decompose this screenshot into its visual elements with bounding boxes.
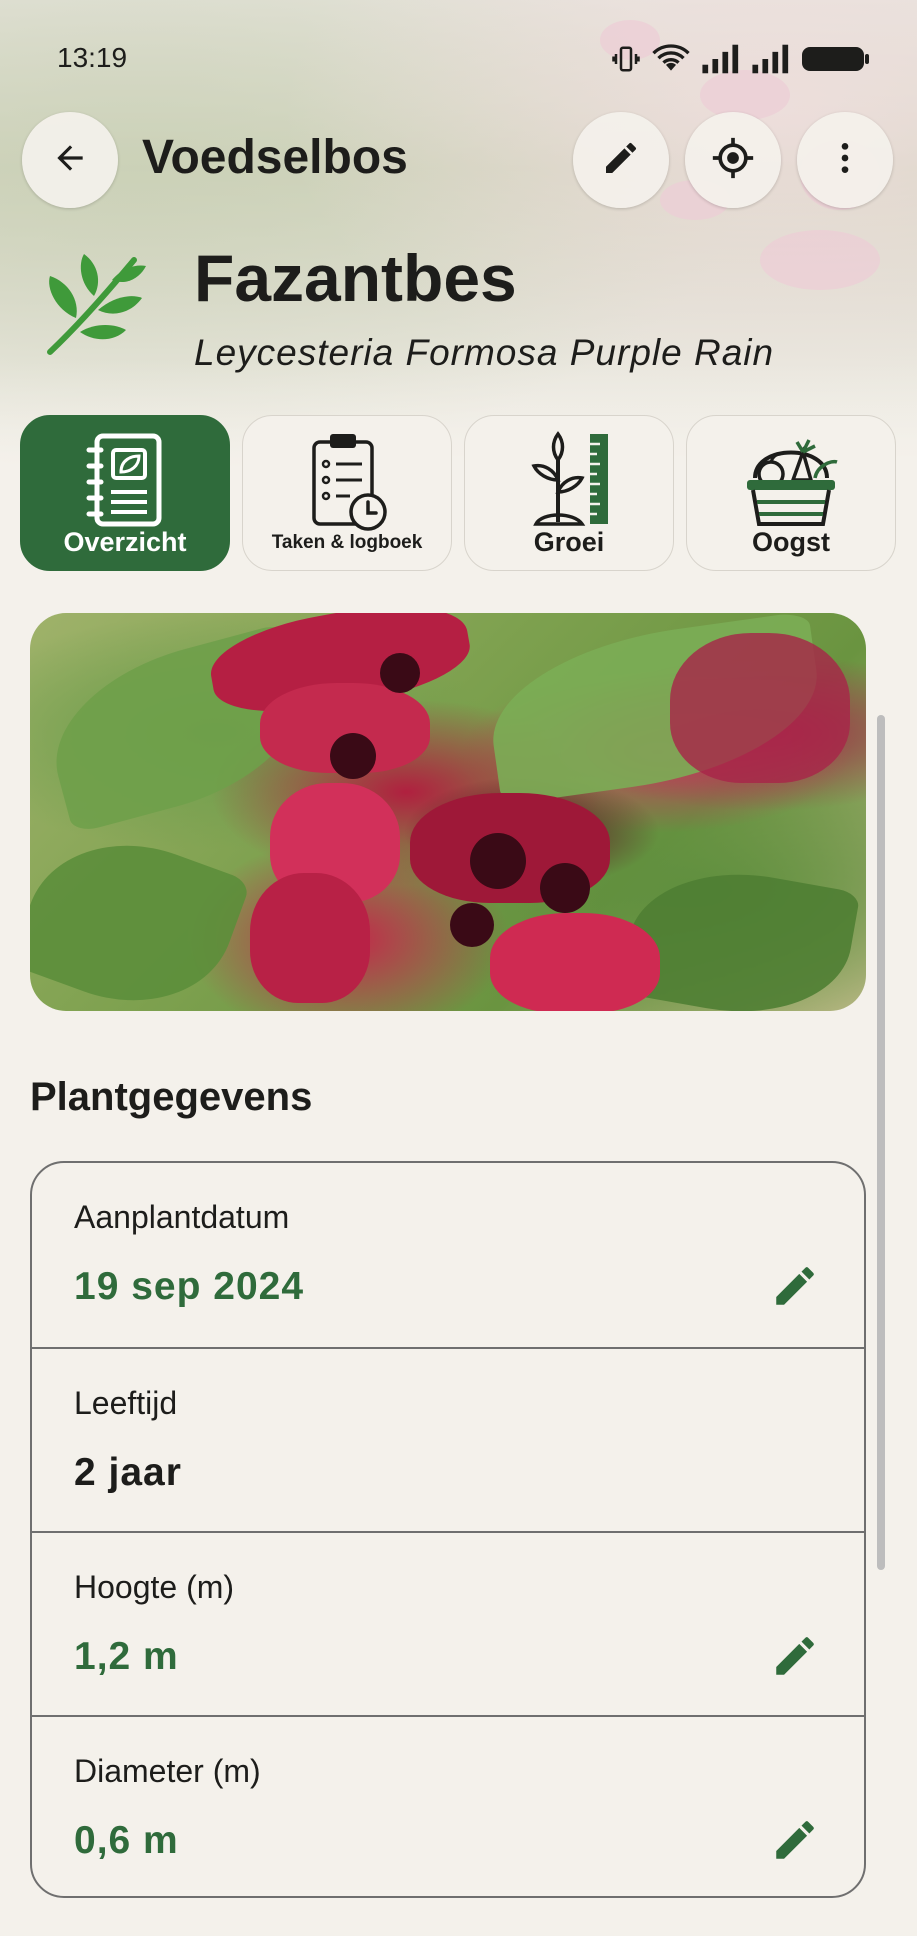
leaf-sprig-icon: [36, 248, 148, 365]
tab-bar: Overzicht Taken & logboek Groei Oogst: [20, 415, 897, 573]
detail-value: 2 jaar: [74, 1451, 182, 1494]
tab-label: Taken & logboek: [271, 532, 423, 553]
section-title: Plantgegevens: [30, 1075, 313, 1119]
detail-label: Aanplantdatum: [74, 1199, 290, 1235]
detail-value: 0,6 m: [74, 1819, 179, 1862]
tab-groei[interactable]: Groei: [464, 415, 674, 571]
notebook-icon: [83, 430, 167, 535]
back-button[interactable]: [22, 112, 118, 208]
vibrate-icon: [611, 44, 641, 79]
pencil-icon: [776, 1267, 814, 1305]
detail-row-diameter: Diameter (m) 0,6 m: [32, 1715, 864, 1896]
locate-button[interactable]: [685, 112, 781, 208]
clipboard-clock-icon: [302, 430, 392, 539]
pencil-icon: [601, 138, 641, 183]
status-time: 13:19: [57, 42, 128, 73]
edit-button[interactable]: [573, 112, 669, 208]
edit-diameter-button[interactable]: [770, 1815, 820, 1870]
signal-icon: [751, 44, 791, 79]
edit-aanplantdatum-button[interactable]: [770, 1261, 820, 1316]
detail-value: 19 sep 2024: [74, 1265, 305, 1308]
plant-photo: [30, 613, 866, 1011]
arrow-left-icon: [51, 139, 89, 182]
page-title: Voedselbos: [142, 131, 408, 184]
edit-hoogte-button[interactable]: [770, 1631, 820, 1686]
detail-label: Diameter (m): [74, 1753, 261, 1789]
battery-icon: [801, 44, 871, 79]
plant-latin-name: Leycesteria Formosa Purple Rain: [194, 332, 775, 373]
scrollbar[interactable]: [877, 715, 885, 1570]
seedling-ruler-icon: [524, 430, 614, 535]
status-bar: 13:19: [0, 38, 917, 82]
wifi-icon: [651, 44, 691, 79]
tab-label: Groei: [533, 527, 605, 557]
more-options-button[interactable]: [797, 112, 893, 208]
pencil-icon: [776, 1637, 814, 1675]
pencil-icon: [776, 1821, 814, 1859]
more-vert-icon: [825, 138, 865, 183]
detail-row-leeftijd: Leeftijd 2 jaar: [32, 1347, 864, 1531]
tab-taken-logboek[interactable]: Taken & logboek: [242, 415, 452, 571]
tab-oogst[interactable]: Oogst: [686, 415, 896, 571]
plant-name: Fazantbes: [194, 241, 517, 315]
detail-label: Leeftijd: [74, 1385, 178, 1421]
harvest-basket-icon: [741, 430, 841, 535]
detail-value: 1,2 m: [74, 1635, 179, 1678]
plant-details-card: Aanplantdatum 19 sep 2024 Leeftijd 2 jaa…: [30, 1161, 866, 1898]
signal-icon: [701, 44, 741, 79]
target-location-icon: [711, 136, 755, 185]
detail-row-hoogte: Hoogte (m) 1,2 m: [32, 1531, 864, 1715]
detail-label: Hoogte (m): [74, 1569, 235, 1605]
detail-row-aanplantdatum: Aanplantdatum 19 sep 2024: [32, 1163, 864, 1347]
tab-label: Overzicht: [63, 527, 187, 557]
tab-overzicht[interactable]: Overzicht: [20, 415, 230, 571]
tab-label: Oogst: [752, 527, 830, 557]
